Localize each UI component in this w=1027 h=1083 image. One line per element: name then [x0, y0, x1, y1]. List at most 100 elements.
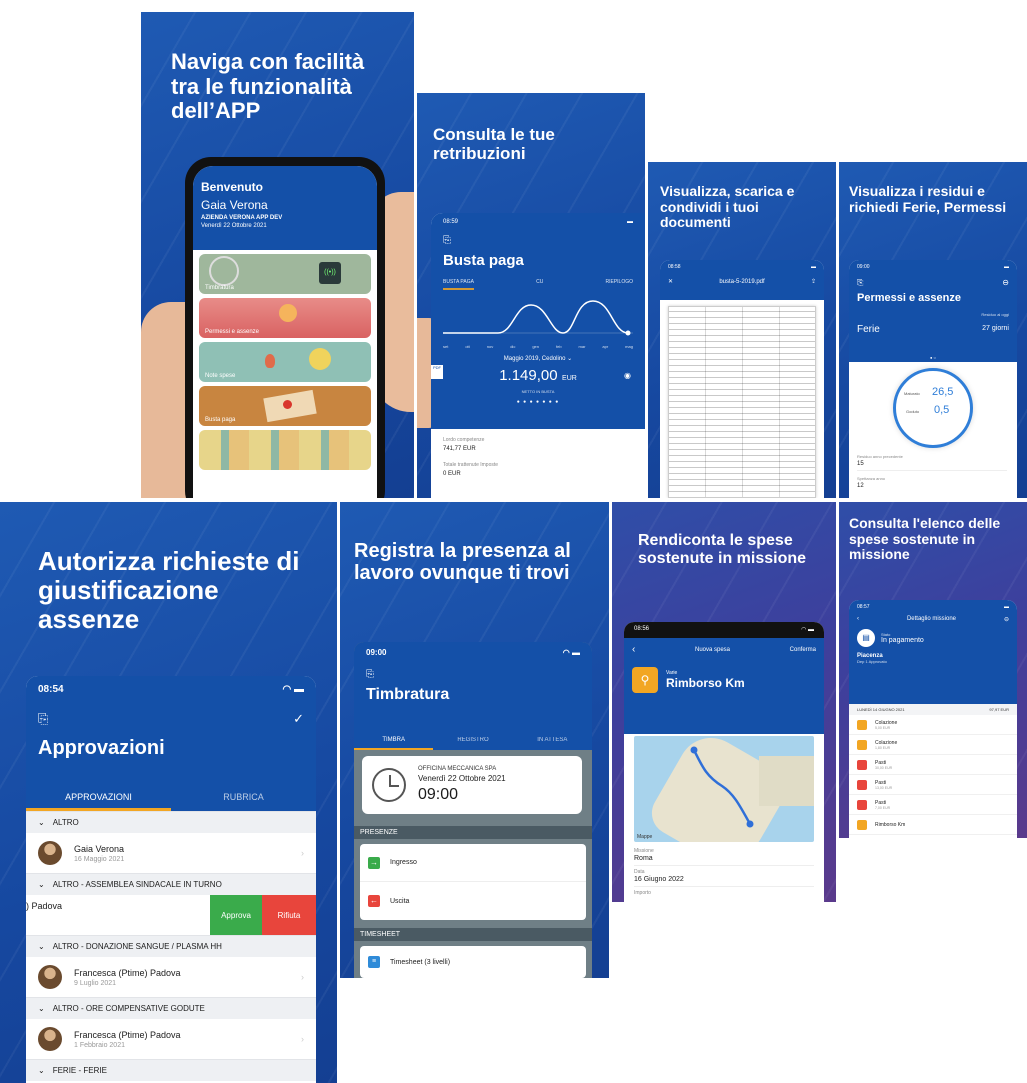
approval-list: ⌄ ALTRO Gaia Verona 16 Maggio 2021 › ⌄ ALTRO -…	[26, 811, 316, 1081]
ferie-label: Ferie	[857, 324, 880, 335]
ingresso-row[interactable]: → Ingresso	[360, 844, 586, 882]
check-circle-icon[interactable]: ✓	[293, 711, 304, 727]
card-buildings[interactable]	[199, 430, 371, 470]
card-permessi[interactable]: Permessi e assenze	[199, 298, 371, 338]
request-date: 16 Maggio 2021	[74, 855, 125, 863]
minus-circle-icon[interactable]: ⊖	[1004, 616, 1009, 623]
group-label: ALTRO - ASSEMBLEA SINDACALE IN TURNO	[52, 880, 222, 889]
bookmark-icon[interactable]: ⎘	[38, 711, 48, 727]
phone-screen: 09:00 ◠ ▬ ⎘ Timbratura TIMBRA REGISTRO IN…	[354, 642, 592, 978]
current-date: Venerdì 22 Ottobre 2021	[418, 774, 506, 783]
panel-title: Visualizza i residui e richiedi Ferie, P…	[849, 183, 1007, 215]
date-value[interactable]: 16 Giugno 2022	[634, 876, 814, 887]
panel-rendiconta: Rendiconta le spese sostenute in mission…	[612, 502, 836, 902]
screen-title: Permessi e assenze	[857, 292, 961, 304]
group-label: FERIE - FERIE	[52, 1066, 107, 1075]
expense-row[interactable]: Rimborso Km	[849, 815, 1017, 835]
expense-category-icon	[857, 719, 867, 730]
ingresso-label: Ingresso	[390, 859, 417, 866]
close-icon[interactable]: ✕	[668, 278, 673, 285]
card-busta-paga[interactable]: Busta paga	[199, 386, 371, 426]
tab-riepilogo[interactable]: RIEPILOGO	[605, 279, 633, 290]
approval-row[interactable]: Gaia Verona 16 Maggio 2021 ›	[26, 833, 316, 873]
approve-button[interactable]: Approva	[210, 895, 262, 935]
login-icon: →	[368, 856, 380, 869]
mission-status: In pagamento	[881, 637, 924, 644]
row-value: 741,77 EUR	[443, 446, 476, 452]
day-total: 97,97 EUR	[989, 707, 1009, 712]
tab-cu[interactable]: CU	[536, 279, 543, 290]
tab-registro[interactable]: REGISTRO	[433, 737, 512, 750]
tab-approvazioni[interactable]: APPROVAZIONI	[26, 792, 171, 811]
battery-icon: ▬	[1004, 604, 1009, 610]
month-label: dic	[510, 344, 516, 349]
tab-busta-paga[interactable]: BUSTA PAGA	[443, 279, 474, 290]
clock-card[interactable]: OFFICINA MECCANICA SPA Venerdì 22 Ottobr…	[362, 756, 582, 814]
expense-row[interactable]: Pasti 30,00 EUR	[849, 755, 1017, 775]
panel-timbratura: Registra la presenza al lavoro ovunque t…	[340, 502, 609, 978]
request-date: 9 Luglio 2021	[74, 979, 117, 987]
swipe-row[interactable]: (Ptime) Padova 21 ApprovaRifiuta	[26, 895, 316, 935]
card-note-spese[interactable]: Note spese	[199, 342, 371, 382]
bookmark-icon[interactable]: ⎘	[443, 235, 633, 246]
tab-in-attesa[interactable]: IN ATTESA	[513, 737, 592, 750]
tab-rubrica[interactable]: RUBRICA	[171, 792, 316, 811]
approval-row[interactable]: Francesca (Ptime) Padova 9 Luglio 2021 ›	[26, 957, 316, 997]
expense-amount: 5,00 EUR	[875, 725, 891, 730]
panel-title: Registra la presenza al lavoro ovunque t…	[354, 540, 571, 585]
back-icon[interactable]: ‹	[632, 644, 635, 655]
row-value: 12	[857, 483, 864, 489]
row-label: Residuo anno precedente	[857, 454, 903, 459]
month-label: mag	[625, 344, 633, 349]
goduto-value: 0,5	[934, 404, 950, 416]
expense-row[interactable]: Pasti 7,00 EUR	[849, 795, 1017, 815]
maps-logo: Mappe	[637, 834, 653, 840]
reject-button[interactable]: Rifiuta	[262, 895, 316, 935]
bookmark-icon[interactable]: ⎘	[857, 278, 863, 288]
period-select[interactable]: Maggio 2019, Cedolino	[504, 356, 566, 362]
card-timbratura[interactable]: ((•)) Timbratura	[199, 254, 371, 294]
bookmark-icon[interactable]: ⎘	[366, 669, 580, 680]
uscita-row[interactable]: ← Uscita	[360, 882, 586, 920]
expense-amount: 7,00 EUR	[875, 805, 891, 810]
field-label: Missione	[634, 848, 654, 854]
file-name: busta-5-2019.pdf	[719, 278, 765, 285]
group-header: ⌄ ALTRO - ORE COMPENSATIVE GODUTE	[26, 997, 316, 1019]
mission-value[interactable]: Roma	[634, 855, 814, 866]
share-icon[interactable]: ⇪	[811, 278, 816, 285]
minus-circle-icon[interactable]: ⊖	[1002, 278, 1009, 288]
expense-category-icon	[857, 739, 867, 750]
current-date: Venerdì 22 Ottobre 2021	[201, 223, 267, 229]
eye-icon[interactable]: ◉	[624, 371, 631, 380]
approval-row[interactable]: Francesca (Ptime) Padova 1 Febbraio 2021 ›	[26, 1019, 316, 1059]
expense-name: Rimborso Km	[666, 676, 745, 690]
maturato-label: Maturato	[904, 391, 920, 396]
clock-time: 09:00	[418, 786, 459, 803]
expense-row[interactable]: Pasti 13,00 EUR	[849, 775, 1017, 795]
residuo-value: 27 giorni	[982, 325, 1009, 332]
chevron-down-icon: ⌄	[38, 1004, 45, 1013]
confirm-button[interactable]: Conferma	[790, 647, 816, 655]
chevron-right-icon: ›	[301, 972, 304, 982]
status-time: 08:59	[443, 219, 459, 225]
phone-screen: 08:56 ◠ ▬ ‹ Nuova spesa Conferma ⚲ Varie Rim…	[624, 622, 824, 902]
panel-approvazioni: Autorizza richieste di giustificazione a…	[0, 502, 337, 1083]
timesheet-label: Timesheet (3 livelli)	[390, 958, 451, 966]
tab-timbra[interactable]: TIMBRA	[354, 737, 434, 750]
person-name: Francesca (Ptime) Padova	[74, 967, 181, 978]
back-icon[interactable]: ‹	[857, 616, 859, 623]
expense-amount: 1,80 EUR	[875, 745, 891, 750]
panel-navigation: Naviga con facilità tra le funzionalità …	[141, 12, 414, 498]
chevron-down-icon: ⌄	[38, 1066, 45, 1075]
route-map[interactable]: Mappe	[634, 736, 814, 842]
timesheet-row[interactable]: ≡ Timesheet (3 livelli)	[360, 946, 586, 978]
expense-row[interactable]: Colazione 5,00 EUR	[849, 715, 1017, 735]
chart-months: set ott nov dic gen feb mar apr mag	[443, 344, 633, 349]
company-name: OFFICINA MECCANICA SPA	[418, 766, 497, 772]
user-name: Gaia Verona	[201, 198, 268, 212]
city-sub: Dep 1 Approvato	[857, 659, 887, 664]
group-header: ⌄ FERIE - FERIE	[26, 1059, 316, 1081]
clock-icon	[372, 768, 406, 802]
expense-row[interactable]: Colazione 1,80 EUR	[849, 735, 1017, 755]
page-dots: ● ○	[930, 355, 936, 360]
